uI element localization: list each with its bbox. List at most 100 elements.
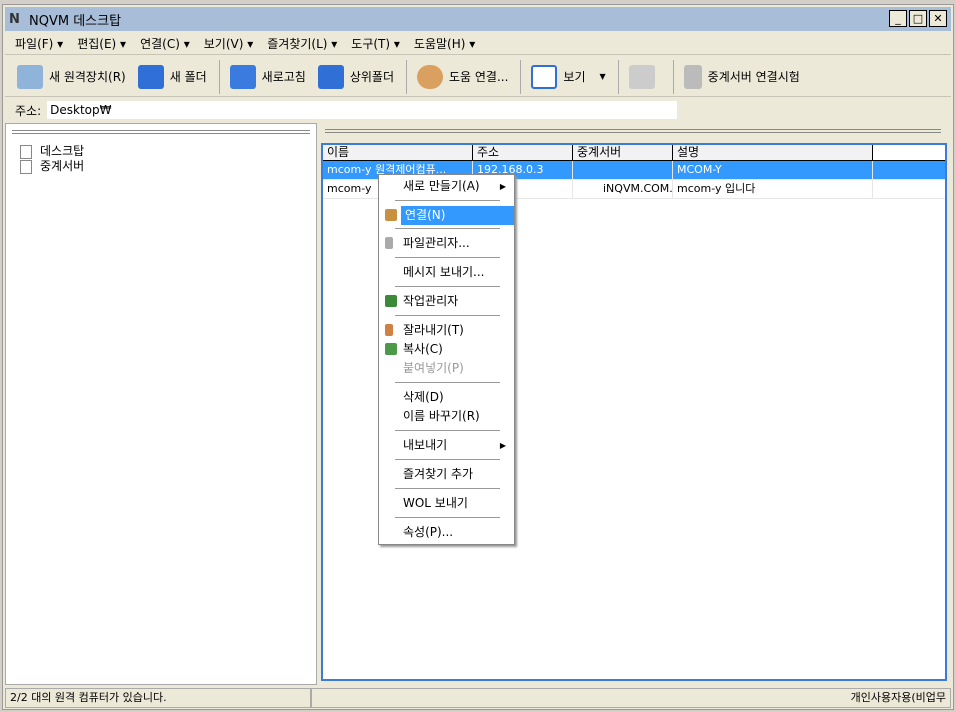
column-description[interactable]: 설명	[673, 145, 873, 160]
menu-separator	[395, 200, 500, 201]
folder-icon	[137, 64, 164, 89]
status-license: 개인사용자용(비업무	[311, 688, 951, 708]
view-list-icon	[531, 64, 558, 89]
chevron-down-icon[interactable]: ▼	[600, 72, 606, 81]
menu-item-copy[interactable]: 복사(C)	[381, 340, 512, 359]
column-address[interactable]: 주소	[473, 145, 573, 160]
status-bar: 2/2 대의 원격 컴퓨터가 있습니다. 개인사용자용(비업무	[5, 687, 951, 709]
menu-label: 즐겨찾기 추가	[403, 467, 474, 481]
divider	[672, 59, 674, 94]
computer-icon	[17, 64, 43, 89]
copy-icon	[385, 343, 397, 355]
menu-item-add-favorite[interactable]: 즐겨찾기 추가	[381, 465, 512, 484]
submenu-arrow-icon: ▶	[499, 182, 506, 191]
address-input[interactable]	[47, 101, 678, 119]
address-bar: 주소:	[5, 99, 951, 121]
menu-tools[interactable]: 도구(T) ▾	[351, 35, 400, 52]
divider	[218, 59, 220, 94]
menu-label: 새로 만들기(A)	[403, 179, 480, 193]
tree-item-desktop[interactable]: 데스크탑	[20, 144, 84, 159]
help-connect-button[interactable]: 도움 연결...	[417, 59, 508, 95]
help-connect-label: 도움 연결...	[449, 70, 509, 84]
menu-label: 붙여넣기(P)	[403, 361, 464, 375]
menu-edit[interactable]: 편집(E) ▾	[77, 35, 126, 52]
tree-pane: 데스크탑 중계서버	[5, 123, 317, 685]
close-button[interactable]: ✕	[929, 10, 947, 27]
toolbar: 새 원격장치(R) 새 폴더 새로고침 상위폴더 도움 연결... 보기 ▼ 중계…	[5, 57, 951, 97]
minimize-button[interactable]: _	[889, 10, 907, 27]
refresh-button[interactable]: 새로고침	[229, 59, 306, 95]
menu-label: 잘라내기(T)	[403, 323, 464, 337]
menu-separator	[395, 430, 500, 431]
menu-item-file-manager[interactable]: 파일관리자...	[381, 234, 512, 253]
menu-label: 복사(C)	[403, 342, 443, 356]
cell-relay: iNQVM.COM...	[573, 180, 673, 198]
divider	[520, 59, 522, 94]
up-folder-icon	[317, 64, 344, 89]
menu-label: WOL 보내기	[403, 496, 468, 510]
menu-label: 연결(N)	[401, 206, 514, 225]
page-icon	[20, 159, 32, 174]
cell-description: MCOM-Y	[673, 161, 873, 179]
menu-item-task-manager[interactable]: 작업관리자	[381, 292, 512, 311]
submenu-arrow-icon: ▶	[499, 441, 506, 450]
page-icon	[20, 144, 32, 159]
menu-item-connect[interactable]: 연결(N)	[381, 206, 514, 225]
pane-grip[interactable]	[12, 130, 310, 134]
menu-item-properties[interactable]: 속성(P)...	[381, 523, 512, 542]
menu-label: 파일관리자...	[403, 236, 470, 250]
menu-file[interactable]: 파일(F) ▾	[15, 35, 63, 52]
menu-item-new[interactable]: 새로 만들기(A) ▶	[381, 177, 512, 196]
menu-item-rename[interactable]: 이름 바꾸기(R)	[381, 407, 512, 426]
menu-connect[interactable]: 연결(C) ▾	[140, 35, 190, 52]
menu-separator	[395, 517, 500, 518]
menu-item-cut[interactable]: 잘라내기(T)	[381, 321, 512, 340]
parent-folder-button[interactable]: 상위폴더	[317, 59, 394, 95]
tree-label: 중계서버	[40, 159, 85, 173]
menu-label: 내보내기	[403, 438, 448, 452]
menu-item-delete[interactable]: 삭제(D)	[381, 388, 512, 407]
relay-test-button[interactable]: 중계서버 연결시험	[683, 59, 800, 95]
menu-separator	[395, 257, 500, 258]
menu-view[interactable]: 보기(V) ▾	[204, 35, 254, 52]
menu-label: 작업관리자	[403, 294, 459, 308]
network-icon	[628, 64, 655, 89]
new-device-label: 새 원격장치(R)	[49, 70, 126, 84]
address-label: 주소:	[15, 103, 42, 118]
menu-label: 메시지 보내기...	[403, 265, 485, 279]
window-title: NQVM 데스크탑	[29, 13, 122, 29]
view-button[interactable]: 보기 ▼	[531, 59, 606, 95]
menu-separator	[395, 228, 500, 229]
relay-test-label: 중계서버 연결시험	[707, 70, 800, 84]
network-button[interactable]	[628, 59, 661, 95]
menu-item-wol[interactable]: WOL 보내기	[381, 494, 512, 513]
pane-grip[interactable]	[325, 129, 941, 133]
menu-separator	[395, 315, 500, 316]
menu-separator	[395, 382, 500, 383]
menu-item-send-message[interactable]: 메시지 보내기...	[381, 263, 512, 282]
scissors-icon	[385, 324, 393, 336]
server-icon	[683, 64, 702, 89]
tree-item-relay[interactable]: 중계서버	[20, 159, 84, 174]
new-device-button[interactable]: 새 원격장치(R)	[17, 59, 126, 95]
status-count: 2/2 대의 원격 컴퓨터가 있습니다.	[5, 688, 311, 708]
tree-label: 데스크탑	[40, 144, 85, 158]
maximize-button[interactable]: □	[909, 10, 927, 27]
divider	[406, 59, 407, 94]
parent-label: 상위폴더	[349, 70, 394, 84]
menu-help[interactable]: 도움말(H) ▾	[414, 35, 475, 52]
users-icon	[417, 64, 443, 89]
menu-favorites[interactable]: 즐겨찾기(L) ▾	[267, 35, 337, 52]
menu-separator	[395, 459, 500, 460]
column-name[interactable]: 이름	[323, 145, 473, 160]
menu-label: 이름 바꾸기(R)	[403, 409, 480, 423]
menu-bar: 파일(F) ▾ 편집(E) ▾ 연결(C) ▾ 보기(V) ▾ 즐겨찾기(L) …	[5, 33, 951, 55]
menu-item-export[interactable]: 내보내기 ▶	[381, 436, 512, 455]
menu-separator	[395, 488, 500, 489]
column-relay[interactable]: 중계서버	[573, 145, 673, 160]
new-folder-button[interactable]: 새 폴더	[137, 59, 207, 95]
divider	[617, 59, 619, 94]
view-label: 보기	[563, 70, 586, 84]
menu-label: 속성(P)...	[403, 525, 454, 539]
cell-description: mcom-y 입니다	[673, 180, 873, 198]
